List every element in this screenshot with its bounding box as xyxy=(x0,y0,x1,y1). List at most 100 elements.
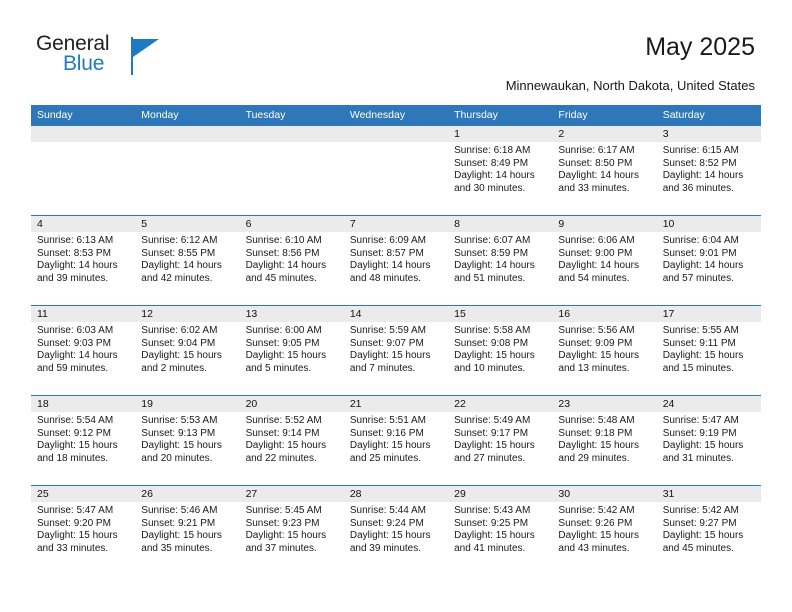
brand-name-blue: Blue xyxy=(63,52,105,75)
day-cell[interactable]: Sunrise: 5:43 AM Sunset: 9:25 PM Dayligh… xyxy=(448,502,552,575)
brand-logo[interactable]: General Blue xyxy=(36,32,166,80)
sunset-text: Sunset: 9:05 PM xyxy=(245,337,320,349)
day-cell[interactable] xyxy=(240,142,344,215)
day-cell[interactable] xyxy=(31,142,135,215)
day-cell[interactable]: Sunrise: 6:18 AM Sunset: 8:49 PM Dayligh… xyxy=(448,142,552,215)
sunrise-text: Sunrise: 5:46 AM xyxy=(141,505,218,516)
day-number xyxy=(344,126,448,142)
day-cell[interactable]: Sunrise: 5:54 AM Sunset: 9:12 PM Dayligh… xyxy=(31,412,135,485)
day-cell[interactable]: Sunrise: 6:07 AM Sunset: 8:59 PM Dayligh… xyxy=(448,232,552,305)
daylight-text: Daylight: 14 hours and 59 minutes. xyxy=(37,350,118,374)
day-cell[interactable]: Sunrise: 6:12 AM Sunset: 8:55 PM Dayligh… xyxy=(135,232,239,305)
calendar-week-row: 25 26 27 28 29 30 31 Sunrise: 5:47 AM Su… xyxy=(31,485,761,575)
day-number: 19 xyxy=(141,398,153,410)
sunrise-text: Sunrise: 6:04 AM xyxy=(662,235,739,246)
day-number: 15 xyxy=(454,308,466,320)
sunset-text: Sunset: 8:53 PM xyxy=(37,247,111,259)
day-number: 5 xyxy=(141,218,148,230)
daylight-text: Daylight: 15 hours and 20 minutes. xyxy=(141,440,222,464)
day-cell[interactable]: Sunrise: 6:04 AM Sunset: 9:01 PM Dayligh… xyxy=(657,232,761,305)
day-cell[interactable]: Sunrise: 5:51 AM Sunset: 9:16 PM Dayligh… xyxy=(344,412,448,485)
day-number-band: 25 26 27 28 29 30 31 xyxy=(31,486,761,502)
daylight-text: Daylight: 15 hours and 15 minutes. xyxy=(662,350,744,374)
day-cell[interactable] xyxy=(344,142,448,215)
day-cell[interactable]: Sunrise: 6:02 AM Sunset: 9:04 PM Dayligh… xyxy=(135,322,239,395)
day-cell[interactable]: Sunrise: 5:44 AM Sunset: 9:24 PM Dayligh… xyxy=(344,502,448,575)
weekday-header-row: Sunday Monday Tuesday Wednesday Thursday… xyxy=(31,105,761,125)
day-cell[interactable]: Sunrise: 5:49 AM Sunset: 9:17 PM Dayligh… xyxy=(448,412,552,485)
daylight-text: Daylight: 15 hours and 31 minutes. xyxy=(662,440,744,464)
sunrise-text: Sunrise: 5:56 AM xyxy=(558,325,635,336)
day-cell[interactable] xyxy=(135,142,239,215)
daylight-text: Daylight: 15 hours and 37 minutes. xyxy=(245,530,327,554)
day-cell[interactable]: Sunrise: 5:53 AM Sunset: 9:13 PM Dayligh… xyxy=(135,412,239,485)
weekday-header-wednesday: Wednesday xyxy=(349,109,406,121)
day-number: 18 xyxy=(37,398,49,410)
weekday-header-sunday: Sunday xyxy=(37,109,73,121)
calendar-page: General Blue May 2025 Minnewaukan, North… xyxy=(0,0,792,612)
sunrise-text: Sunrise: 5:48 AM xyxy=(558,415,635,426)
day-cell[interactable]: Sunrise: 5:48 AM Sunset: 9:18 PM Dayligh… xyxy=(552,412,656,485)
day-number: 16 xyxy=(558,308,571,320)
day-cell[interactable]: Sunrise: 6:10 AM Sunset: 8:56 PM Dayligh… xyxy=(240,232,344,305)
day-cell[interactable]: Sunrise: 5:45 AM Sunset: 9:23 PM Dayligh… xyxy=(240,502,344,575)
location-subtitle: Minnewaukan, North Dakota, United States xyxy=(505,78,755,93)
day-number-band: 18 19 20 21 22 23 24 xyxy=(31,396,761,412)
day-cell[interactable]: Sunrise: 5:42 AM Sunset: 9:26 PM Dayligh… xyxy=(552,502,656,575)
day-cell[interactable]: Sunrise: 5:55 AM Sunset: 9:11 PM Dayligh… xyxy=(657,322,761,395)
daylight-text: Daylight: 15 hours and 13 minutes. xyxy=(558,350,640,374)
day-number: 30 xyxy=(558,488,571,500)
day-cell[interactable]: Sunrise: 6:13 AM Sunset: 8:53 PM Dayligh… xyxy=(31,232,135,305)
sunrise-text: Sunrise: 6:03 AM xyxy=(37,325,114,336)
day-cell[interactable]: Sunrise: 5:52 AM Sunset: 9:14 PM Dayligh… xyxy=(240,412,344,485)
day-number-band: 4 5 6 7 8 9 10 xyxy=(31,216,761,232)
daylight-text: Daylight: 15 hours and 41 minutes. xyxy=(454,530,535,554)
sunset-text: Sunset: 9:27 PM xyxy=(662,517,737,529)
daylight-text: Daylight: 15 hours and 29 minutes. xyxy=(558,440,640,464)
day-cell[interactable]: Sunrise: 6:15 AM Sunset: 8:52 PM Dayligh… xyxy=(657,142,761,215)
day-cell[interactable]: Sunrise: 5:56 AM Sunset: 9:09 PM Dayligh… xyxy=(552,322,656,395)
day-number: 25 xyxy=(37,488,49,500)
day-cell[interactable]: Sunrise: 6:17 AM Sunset: 8:50 PM Dayligh… xyxy=(552,142,656,215)
sunset-text: Sunset: 8:57 PM xyxy=(349,247,424,259)
sunset-text: Sunset: 9:11 PM xyxy=(662,337,736,349)
sunset-text: Sunset: 9:09 PM xyxy=(558,337,633,349)
sunrise-text: Sunrise: 5:45 AM xyxy=(245,505,322,516)
weekday-header-tuesday: Tuesday xyxy=(245,109,286,121)
daylight-text: Daylight: 15 hours and 2 minutes. xyxy=(141,350,222,374)
day-number: 12 xyxy=(141,308,153,320)
day-cell[interactable]: Sunrise: 6:03 AM Sunset: 9:03 PM Dayligh… xyxy=(31,322,135,395)
day-body-row: Sunrise: 5:47 AM Sunset: 9:20 PM Dayligh… xyxy=(31,502,761,575)
daylight-text: Daylight: 15 hours and 22 minutes. xyxy=(245,440,327,464)
day-cell[interactable]: Sunrise: 5:59 AM Sunset: 9:07 PM Dayligh… xyxy=(344,322,448,395)
day-cell[interactable]: Sunrise: 5:42 AM Sunset: 9:27 PM Dayligh… xyxy=(657,502,761,575)
day-cell[interactable]: Sunrise: 6:00 AM Sunset: 9:05 PM Dayligh… xyxy=(240,322,344,395)
day-cell[interactable]: Sunrise: 6:09 AM Sunset: 8:57 PM Dayligh… xyxy=(344,232,448,305)
day-cell[interactable]: Sunrise: 5:58 AM Sunset: 9:08 PM Dayligh… xyxy=(448,322,552,395)
day-cell[interactable]: Sunrise: 5:47 AM Sunset: 9:20 PM Dayligh… xyxy=(31,502,135,575)
daylight-text: Daylight: 14 hours and 45 minutes. xyxy=(245,260,327,284)
daylight-text: Daylight: 15 hours and 18 minutes. xyxy=(37,440,118,464)
weekday-header-saturday: Saturday xyxy=(662,109,705,121)
sunrise-text: Sunrise: 6:10 AM xyxy=(245,235,322,246)
day-cell[interactable]: Sunrise: 5:47 AM Sunset: 9:19 PM Dayligh… xyxy=(657,412,761,485)
day-cell[interactable]: Sunrise: 6:06 AM Sunset: 9:00 PM Dayligh… xyxy=(552,232,656,305)
logo-flag-icon xyxy=(133,39,159,57)
daylight-text: Daylight: 15 hours and 35 minutes. xyxy=(141,530,222,554)
day-number: 22 xyxy=(454,398,466,410)
daylight-text: Daylight: 14 hours and 36 minutes. xyxy=(662,170,744,194)
page-title: May 2025 xyxy=(645,33,755,61)
sunset-text: Sunset: 9:19 PM xyxy=(662,427,737,439)
day-cell[interactable]: Sunrise: 5:46 AM Sunset: 9:21 PM Dayligh… xyxy=(135,502,239,575)
sunrise-text: Sunrise: 5:47 AM xyxy=(37,505,114,516)
day-number: 13 xyxy=(245,308,258,320)
daylight-text: Daylight: 14 hours and 30 minutes. xyxy=(454,170,535,194)
daylight-text: Daylight: 15 hours and 27 minutes. xyxy=(454,440,535,464)
daylight-text: Daylight: 15 hours and 45 minutes. xyxy=(662,530,744,554)
day-number: 29 xyxy=(454,488,466,500)
sunrise-text: Sunrise: 5:47 AM xyxy=(662,415,739,426)
page-header: General Blue May 2025 Minnewaukan, North… xyxy=(0,0,792,104)
day-number xyxy=(240,126,344,142)
sunset-text: Sunset: 9:04 PM xyxy=(141,337,216,349)
sunrise-text: Sunrise: 6:18 AM xyxy=(454,145,531,156)
